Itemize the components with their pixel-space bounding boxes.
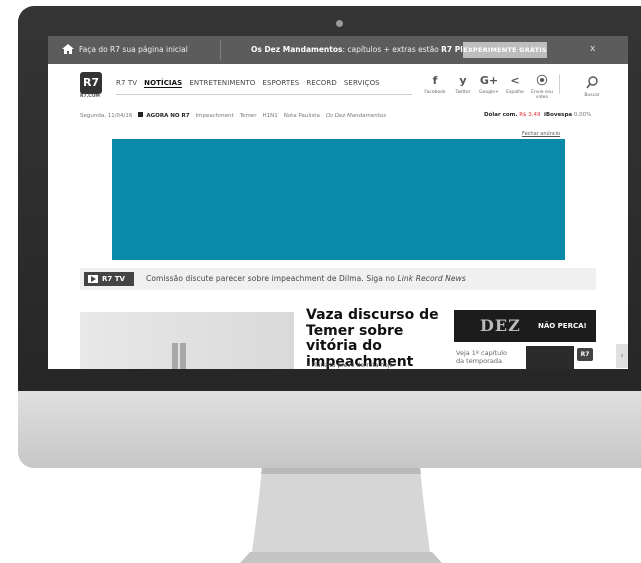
promo-divider (220, 40, 221, 60)
episode-promo[interactable]: Veja 1º capítulo da temporada R7 (454, 342, 596, 369)
r7-logo-subtitle: R7.COM (80, 94, 100, 99)
dollar-label: Dólar com. (484, 112, 518, 118)
nav-item-servicos[interactable]: SERVIÇOS (344, 79, 380, 88)
nav-menu: R7 TV NOTÍCIAS ENTRETENIMENTO ESPORTES R… (116, 79, 380, 88)
ticker-topic[interactable]: H1N1 (262, 113, 277, 119)
nav-item-record[interactable]: RECORD (306, 79, 337, 88)
r7tv-headline-text: Comissão discute parecer sobre impeachme… (146, 274, 398, 283)
r7tv-link[interactable]: Link Record News (397, 274, 465, 283)
set-homepage-link[interactable]: Faça do R7 sua página inicial (62, 44, 188, 54)
ticker-topic[interactable]: Impeachment (196, 113, 234, 119)
dollar-value: R$ 3,49 (519, 112, 541, 118)
close-promo-button[interactable]: x (590, 44, 595, 54)
webcam (336, 20, 343, 27)
search-button[interactable]: Buscar (578, 74, 606, 98)
nav-item-esportes[interactable]: ESPORTES (262, 79, 299, 88)
nav-underline (116, 94, 412, 95)
episode-text: Veja 1º capítulo da temporada (456, 349, 508, 365)
main-headline[interactable]: Vaza discurso de Temer sobre vitória do … (306, 307, 456, 369)
search-label: Buscar (584, 93, 600, 98)
index-value: 0,00% (573, 112, 592, 118)
send-video-button[interactable]: ⦿ Envie seu vídeo (525, 74, 559, 100)
ad-banner[interactable] (112, 139, 565, 260)
episode-image (526, 346, 574, 369)
monitor-chin (18, 391, 641, 468)
r7tv-ticker[interactable]: R7 TV Comissão discute parecer sobre imp… (80, 268, 596, 290)
promo-offer-text[interactable]: Os Dez Mandamentos: capítulos + extras e… (251, 45, 476, 54)
market-info: Dólar com. R$ 3,49 iBovespa 0,00% (484, 112, 591, 118)
ticker-topic[interactable]: Temer (240, 113, 257, 119)
send-video-label: Envie seu vídeo (531, 90, 553, 100)
chevron-left-icon[interactable]: ‹ (616, 344, 628, 368)
r7-channel-logo: R7 (577, 348, 593, 361)
ticker-topic[interactable]: Nota Paulista (284, 113, 320, 119)
building-image-detail (180, 343, 186, 369)
promo-offer-body: : capítulos + extras estão (342, 45, 442, 54)
promo-offer-title: Os Dez Mandamentos (251, 45, 343, 54)
set-homepage-label: Faça do R7 sua página inicial (79, 44, 188, 54)
index-label: iBovespa (544, 112, 573, 118)
nav-item-noticias[interactable]: NOTÍCIAS (144, 79, 183, 88)
ticker-date: Segunda, 11/04/16 (80, 112, 133, 119)
headline-bullet-text: Planalto prevê derrota hoje (311, 362, 394, 369)
promo-bar: Faça do R7 sua página inicial Os Dez Man… (48, 36, 628, 64)
ticker-now-label: AGORA NO R7 (138, 112, 189, 119)
social-divider (559, 74, 560, 94)
dez-title: DEZ (480, 316, 521, 335)
monitor-stand (240, 468, 442, 563)
r7tv-badge-label: R7 TV (102, 275, 125, 283)
building-image-detail (172, 343, 178, 369)
try-free-button[interactable]: EXPERIMENTE GRÁTIS (463, 42, 547, 58)
nav-item-entretenimento[interactable]: ENTRETENIMENTO (189, 79, 255, 88)
close-ad-link[interactable]: Fechar anúncio (522, 131, 560, 137)
play-icon (88, 275, 98, 283)
upload-icon: ⦿ (536, 74, 548, 87)
r7-logo[interactable]: R7 (80, 72, 102, 94)
nav-item-r7tv[interactable]: R7 TV (116, 79, 137, 88)
feature-image[interactable] (80, 312, 294, 369)
home-icon (62, 44, 74, 54)
dez-mandamentos-banner[interactable]: DEZ NÃO PERCA! (454, 310, 596, 342)
browser-screen: Faça do R7 sua página inicial Os Dez Man… (48, 36, 628, 369)
r7tv-badge: R7 TV (84, 272, 134, 286)
r7tv-headline: Comissão discute parecer sobre impeachme… (146, 274, 466, 283)
main-navbar: R7 R7.COM R7 TV NOTÍCIAS ENTRETENIMENTO … (48, 64, 628, 106)
dont-miss-label: NÃO PERCA! (538, 322, 587, 330)
search-icon (586, 76, 598, 89)
ticker-topic[interactable]: Os Dez Mandamentos (326, 113, 386, 119)
headline-bullet[interactable]: • Planalto prevê derrota hoje (306, 362, 393, 369)
